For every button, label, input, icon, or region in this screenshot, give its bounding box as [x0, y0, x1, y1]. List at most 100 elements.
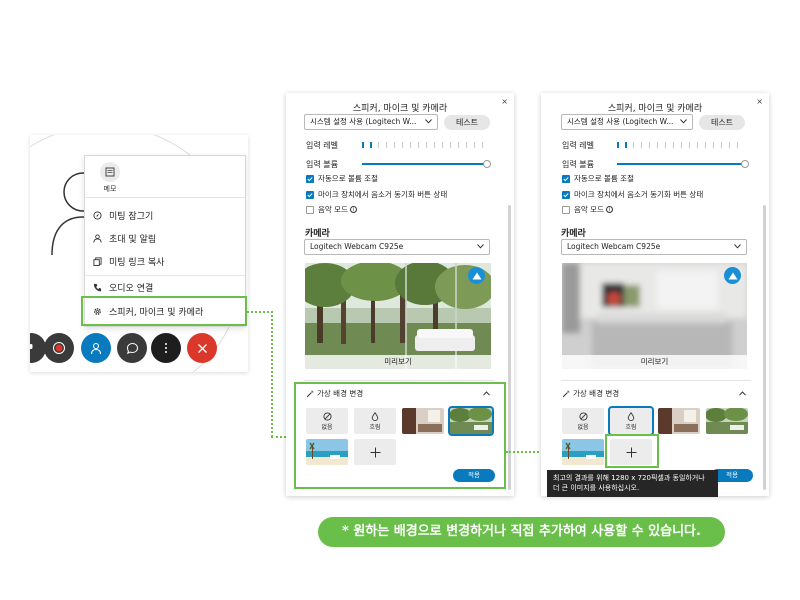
music-mode-checkbox[interactable]: 음악 모드 i: [306, 204, 357, 215]
scrollbar[interactable]: [508, 205, 511, 490]
section-divider: [561, 380, 751, 381]
chat-icon: [126, 342, 138, 354]
more-button[interactable]: [151, 333, 181, 363]
checkbox-checked-icon: [306, 174, 314, 183]
chat-button[interactable]: [117, 333, 147, 363]
camera-header: 카메라: [305, 229, 330, 239]
virtual-background-icon[interactable]: [468, 267, 485, 284]
tile-label: 흐림: [625, 423, 637, 431]
menu-item-invite[interactable]: 초대 및 알림: [93, 229, 156, 247]
test-button[interactable]: 테스트: [444, 115, 490, 130]
input-volume-slider[interactable]: [362, 163, 486, 165]
close-button[interactable]: ×: [756, 97, 763, 106]
input-level-meter: [362, 142, 488, 148]
preview-label: 미리보기: [305, 355, 491, 369]
input-volume-slider[interactable]: [617, 163, 745, 165]
menu-item-label: 초대 및 알림: [109, 234, 157, 245]
section-divider: [304, 380, 494, 381]
phone-icon: [93, 283, 102, 291]
menu-item-label: 미팅 링크 복사: [109, 257, 165, 268]
speaker-select[interactable]: 시스템 설정 사용 (Logitech W...: [561, 114, 693, 130]
caption-banner: * 원하는 배경으로 변경하거나 직접 추가하여 사용할 수 있습니다.: [318, 517, 725, 547]
menu-divider: [85, 197, 245, 198]
compass-icon: [93, 210, 102, 220]
record-icon: [53, 342, 65, 354]
tile-label: 없음: [577, 423, 589, 431]
chevron-up-icon[interactable]: [739, 391, 746, 396]
magic-wand-icon: [562, 390, 570, 397]
input-level-label: 입력 레벨: [306, 141, 338, 150]
camera-preview: 미리보기: [305, 263, 491, 369]
checkbox-unchecked-icon: [562, 205, 570, 214]
info-icon[interactable]: i: [349, 206, 357, 213]
menu-item-copy-link[interactable]: 미팅 링크 복사: [93, 252, 164, 270]
memo-button[interactable]: 메모: [97, 162, 123, 194]
menu-item-audio-connect[interactable]: 오디오 연결: [93, 278, 153, 296]
blur-drop-icon: [627, 411, 635, 421]
camera-preview: 미리보기: [562, 263, 747, 369]
person-icon: [93, 233, 102, 243]
auto-volume-checkbox[interactable]: 자동으로 볼륨 조절: [562, 173, 634, 184]
checkbox-label: 마이크 장치에서 음소거 동기화 버튼 상태: [318, 190, 448, 199]
close-icon: [197, 343, 207, 353]
slider-handle[interactable]: [483, 160, 491, 168]
input-volume-label: 입력 볼륨: [562, 160, 594, 169]
highlight-add-background: [605, 434, 659, 468]
forest-thumb-image: [706, 408, 748, 434]
camera-select[interactable]: Logitech Webcam C925e: [561, 239, 747, 255]
participants-icon: [90, 342, 101, 354]
participants-button[interactable]: [81, 333, 111, 363]
note-icon: [100, 162, 120, 182]
menu-divider: [85, 275, 245, 276]
test-button[interactable]: 테스트: [699, 115, 745, 130]
checkbox-label: 음악 모드: [574, 205, 604, 214]
slider-handle[interactable]: [741, 160, 749, 168]
input-level-meter: [617, 142, 743, 148]
music-mode-checkbox[interactable]: 음악 모드 i: [562, 204, 613, 215]
sync-mute-checkbox[interactable]: 마이크 장치에서 음소거 동기화 버튼 상태: [306, 189, 447, 200]
forest-background-image: [305, 263, 491, 369]
close-button[interactable]: ×: [501, 97, 508, 106]
checkbox-checked-icon: [562, 190, 570, 199]
dialog-title: 스피커, 마이크 및 카메라: [607, 104, 703, 114]
checkbox-unchecked-icon: [306, 205, 314, 214]
camera-header: 카메라: [561, 229, 586, 239]
checkbox-label: 마이크 장치에서 음소거 동기화 버튼 상태: [574, 190, 704, 199]
scrollbar[interactable]: [763, 205, 766, 490]
background-none-tile[interactable]: 없음: [562, 408, 604, 434]
menu-item-label: 오디오 연결: [109, 283, 154, 294]
background-room-tile[interactable]: [658, 408, 700, 434]
meeting-view: 메모 미팅 잠그기 초대 및 알림 미팅 링크 복사 오디오 연결 스피커, 마…: [30, 135, 248, 372]
menu-item-lock-meeting[interactable]: 미팅 잠그기: [93, 206, 153, 224]
chevron-down-icon: [477, 244, 484, 249]
more-icon: [165, 343, 167, 353]
auto-volume-checkbox[interactable]: 자동으로 볼륨 조절: [306, 173, 378, 184]
camera-select[interactable]: Logitech Webcam C925e: [304, 239, 490, 255]
background-forest-tile[interactable]: [706, 408, 748, 434]
checkbox-label: 자동으로 볼륨 조절: [318, 174, 378, 183]
camera-select-value: Logitech Webcam C925e: [310, 242, 404, 251]
connector-line: [247, 311, 273, 313]
checkbox-label: 자동으로 볼륨 조절: [574, 174, 634, 183]
mute-icon: [30, 344, 33, 349]
highlight-virtual-background: [294, 382, 506, 489]
virtual-background-header[interactable]: 가상 배경 변경: [562, 388, 619, 399]
chevron-down-icon: [425, 119, 432, 124]
background-blur-tile-selected[interactable]: 흐림: [608, 406, 654, 436]
connector-line: [271, 311, 273, 437]
record-button[interactable]: [44, 333, 74, 363]
info-icon[interactable]: i: [605, 206, 613, 213]
end-meeting-button[interactable]: [187, 333, 217, 363]
checkbox-label: 음악 모드: [318, 205, 348, 214]
preview-label: 미리보기: [562, 355, 747, 369]
virtual-background-icon[interactable]: [724, 267, 741, 284]
sync-mute-checkbox[interactable]: 마이크 장치에서 음소거 동기화 버튼 상태: [562, 189, 703, 200]
no-background-icon: [578, 411, 588, 421]
speaker-select[interactable]: 시스템 설정 사용 (Logitech W...: [304, 114, 438, 130]
background-beach-tile[interactable]: [562, 439, 604, 465]
copy-icon: [93, 256, 102, 266]
virtual-background-title: 가상 배경 변경: [573, 389, 620, 398]
checkbox-checked-icon: [562, 174, 570, 183]
chevron-down-icon: [734, 244, 741, 249]
dialog-title: 스피커, 마이크 및 카메라: [352, 104, 448, 114]
